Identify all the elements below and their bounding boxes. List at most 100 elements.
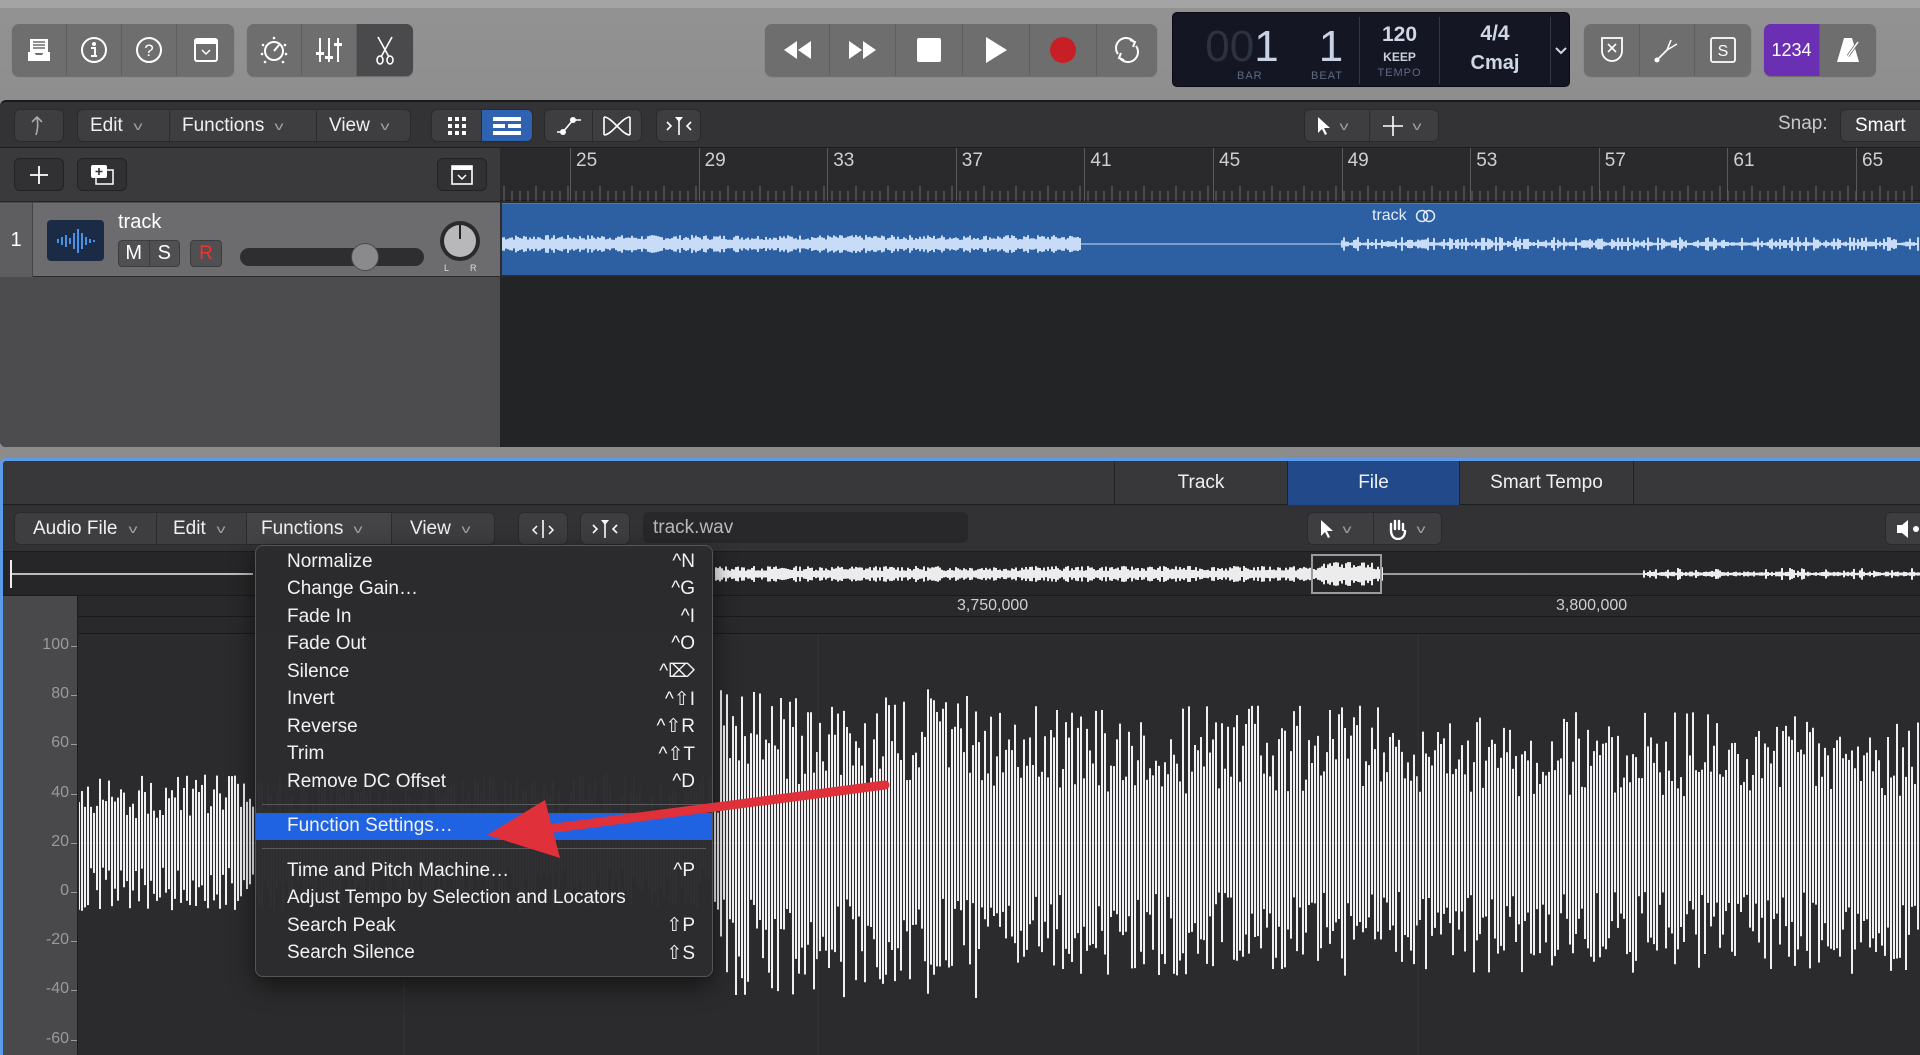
menu-item-label: Function Settings… [287,815,453,837]
add-track-button[interactable] [14,158,64,191]
track-header-row[interactable]: 1 track M S R L R [0,203,500,277]
quick-help-icon: ? [135,36,163,64]
tab-smart-tempo[interactable]: Smart Tempo [1459,461,1634,505]
track-lane-empty [500,277,1920,447]
chevron-down-icon: v [133,118,143,133]
volume-slider-handle[interactable] [351,243,380,271]
record-enable-button[interactable]: R [190,240,222,267]
record-button[interactable] [1030,24,1097,76]
stop-button[interactable] [896,24,963,76]
quick-help-button[interactable]: ? [122,24,177,76]
library-button[interactable] [12,24,67,76]
duplicate-track-button[interactable] [77,158,127,191]
tab-track[interactable]: Track [1114,461,1287,505]
volume-slider[interactable] [240,243,424,271]
menu-item[interactable]: Change Gain… ^G [256,576,712,604]
pointer-tool-menu[interactable]: v [1305,110,1370,141]
pointer-icon [1320,519,1334,539]
pan-knob[interactable] [440,221,480,261]
solo-mode-button[interactable]: S [1695,24,1751,76]
ruler-bar-line [1856,148,1857,201]
grid-view-button[interactable] [432,110,482,141]
menu-item-label: Fade In [287,605,352,627]
edit-menu[interactable]: Edit v [78,110,170,141]
menu-item[interactable]: Silence ^⌦ [256,658,712,686]
replace-button[interactable] [1584,24,1640,76]
menu-item[interactable]: Fade In ^I [256,603,712,631]
play-button[interactable] [963,24,1030,76]
cycle-button[interactable] [1097,24,1157,76]
bar-ruler[interactable]: 25 29 33 37 41 45 49 53 57 61 65 [500,148,1920,201]
count-in-button[interactable]: 1234 [1764,24,1820,76]
pointer-icon [1317,116,1331,136]
toolbar-button[interactable] [177,24,234,76]
lcd-bar[interactable]: 001 BAR [1183,13,1301,88]
chevron-down-icon: v [353,521,363,536]
lcd-menu-button[interactable] [1551,13,1570,88]
snap-menu[interactable]: Smart [1840,109,1920,142]
editor-hand-tool[interactable]: v [1374,513,1441,544]
audio-region[interactable]: track [502,203,1920,275]
menu-item[interactable]: Reverse ^⇧R [256,713,712,741]
lcd-beat[interactable]: 1 BEAT [1301,13,1361,88]
editors-button[interactable] [357,24,413,76]
menu-item[interactable]: Remove DC Offset ^D [256,768,712,796]
smart-controls-button[interactable] [247,24,302,76]
editor-functions-menu[interactable]: Functions v [247,513,392,544]
duplicate-track-icon [89,164,115,186]
replace-icon [1600,36,1624,64]
tracks-list-icon [493,116,521,135]
tuner-button[interactable] [1640,24,1695,76]
mute-button[interactable]: M [119,241,150,266]
menu-item[interactable]: Normalize ^N [256,548,712,576]
solo-icon: S [1710,37,1736,63]
menu-item[interactable]: Trim ^⇧T [256,741,712,769]
menu-item-label: Time and Pitch Machine… [287,859,510,881]
solo-button[interactable]: S [150,241,180,266]
view-menu[interactable]: View v [317,110,410,141]
lcd-display[interactable]: 001 BAR 1 BEAT 120 KEEP TEMPO 4/4 Cmaj [1172,12,1570,87]
ruler-bar-line [1213,148,1214,201]
lcd-tempo[interactable]: 120 KEEP TEMPO [1360,13,1439,88]
tab-file[interactable]: File [1287,461,1459,505]
back-button[interactable] [14,109,64,142]
mixer-button[interactable] [302,24,357,76]
editor-view-menu[interactable]: View v [392,513,494,544]
menu-item[interactable]: Search Peak ⇧P [256,912,712,940]
file-name-field[interactable]: track.wav [643,512,968,543]
y-axis-label: 40 [51,783,69,801]
view-menu-label: View [329,114,370,136]
list-view-button[interactable] [482,110,532,141]
menu-item[interactable]: Search Silence ⇧S [256,940,712,968]
track-name[interactable]: track [118,211,161,234]
rewind-button[interactable] [765,24,830,76]
lcd-signature-key[interactable]: 4/4 Cmaj [1440,13,1550,88]
preview-audio-button[interactable] [1885,512,1920,545]
visible-area-frame[interactable] [1311,554,1382,594]
flex-button[interactable] [593,110,641,141]
fast-forward-button[interactable] [830,24,896,76]
tracks-menus: Edit v Functions v View v [77,109,411,142]
catch-playhead-icon [665,115,693,137]
menu-item[interactable]: Time and Pitch Machine… ^P [256,857,712,885]
catch-playhead-button[interactable] [580,512,630,545]
ruler-bar-label: 29 [704,150,726,171]
track-icon[interactable] [47,220,104,261]
inspector-button[interactable] [67,24,122,76]
marquee-tool-menu[interactable]: v [1370,110,1438,141]
automation-button[interactable] [545,110,593,141]
menu-item-shortcut: ^⇧T [658,743,695,765]
functions-menu[interactable]: Functions v [170,110,317,141]
menu-item[interactable]: Invert ^⇧I [256,686,712,714]
anchor-button[interactable] [518,512,568,545]
menu-item[interactable]: Adjust Tempo by Selection and Locators [256,885,712,913]
menu-item[interactable]: Fade Out ^O [256,631,712,659]
audio-file-menu[interactable]: Audio File v [15,513,157,544]
editor-pointer-tool[interactable]: v [1308,513,1374,544]
metronome-button[interactable] [1820,24,1876,76]
count-in-label: 1234 [1771,39,1812,60]
editor-edit-menu[interactable]: Edit v [157,513,247,544]
menu-item[interactable]: Function Settings… [256,812,712,840]
catch-button[interactable] [656,109,701,142]
global-tracks-button[interactable] [437,158,487,191]
